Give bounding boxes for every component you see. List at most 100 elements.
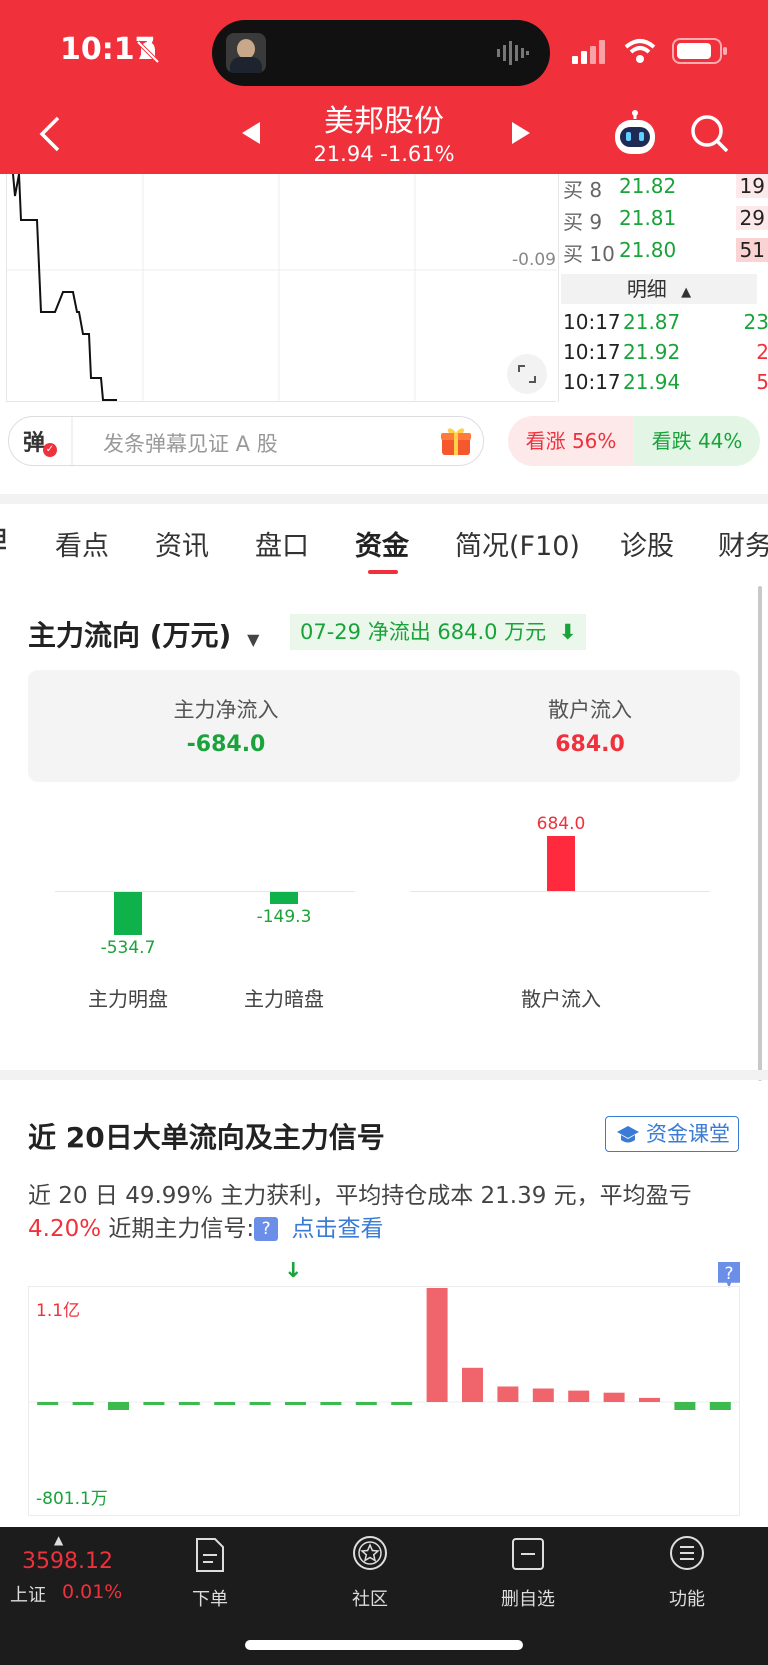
tab-news[interactable]: 资讯: [155, 524, 209, 563]
caret-up-icon: ▲: [54, 1533, 64, 1547]
daily-flow-bar: [178, 1402, 200, 1405]
next-stock-icon[interactable]: [510, 120, 532, 146]
intraday-chart[interactable]: -0.09: [6, 174, 557, 402]
wifi-icon: [624, 39, 656, 63]
search-icon[interactable]: [690, 114, 730, 154]
detail-tab[interactable]: 明细 ▲: [561, 274, 757, 304]
tick-row: 10:17 21.94 5: [563, 370, 768, 394]
divider: [0, 494, 768, 504]
daily-flow-bar: [639, 1397, 660, 1402]
vote-up-button[interactable]: 看涨 56%: [508, 416, 634, 466]
daily-flow-chart[interactable]: ↓ ? 1.1亿 -801.1万: [28, 1262, 740, 1516]
daily-flow-bar: [37, 1402, 59, 1405]
danmu-input[interactable]: 弹 ✓ 发条弹幕见证 A 股: [8, 416, 484, 466]
tab-order-book[interactable]: 盘口: [255, 524, 309, 563]
tab-funds[interactable]: 资金: [355, 524, 409, 563]
signal-description: 近 20 日 49.99% 主力获利，平均持仓成本 21.39 元，平均盈亏 4…: [28, 1183, 692, 1242]
dynamic-island: [212, 20, 550, 86]
tab-diagnose[interactable]: 诊股: [620, 524, 674, 563]
daily-flow-bar: [462, 1367, 483, 1402]
bid-row: 买 9 21.81 29: [561, 206, 768, 236]
flow-bar-chart: -534.7 -149.3 684.0 主力明盘 主力暗盘 散户流入: [0, 800, 768, 1011]
active-tab-indicator: [368, 570, 398, 574]
danmu-badge-icon: 弹 ✓: [23, 425, 57, 457]
menu-icon: [670, 1536, 704, 1570]
bar-category-label: 主力明盘: [88, 987, 168, 1011]
bar-category-label: 散户流入: [521, 987, 601, 1011]
tick-row: 10:17 21.87 23: [563, 310, 768, 334]
flow-title[interactable]: 主力流向 (万元) ▼: [28, 614, 259, 654]
daily-flow-bar: [532, 1388, 554, 1402]
gift-icon[interactable]: [439, 425, 473, 457]
daily-flow-bar: [214, 1402, 236, 1405]
tab-edge[interactable]: [0, 524, 10, 554]
stock-price: 21.94: [313, 142, 374, 166]
daily-flow-bar: [285, 1402, 306, 1405]
daily-flow-bar: [72, 1402, 94, 1405]
avatar: [226, 33, 266, 73]
tick-row: 10:17 21.92 2: [563, 340, 768, 364]
divider: [0, 1070, 768, 1080]
daily-flow-bar: [355, 1402, 377, 1405]
index-change: 0.01%: [62, 1581, 123, 1603]
view-signal-link[interactable]: 点击查看: [291, 1216, 383, 1242]
daily-flow-bars: [28, 1288, 740, 1410]
vote-down-button[interactable]: 看跌 44%: [634, 416, 760, 466]
bar-value-label: -149.3: [256, 907, 312, 927]
robot-assistant-icon[interactable]: [610, 110, 660, 158]
daily-flow-bar: [320, 1402, 342, 1405]
fullscreen-icon: [518, 365, 536, 383]
expand-chart-button[interactable]: [507, 354, 547, 394]
index-ticker[interactable]: ▲ 3598.12 上证 0.01%: [0, 1527, 140, 1627]
flow-bar: [270, 892, 298, 904]
daily-flow-bar: [568, 1390, 590, 1402]
funds-class-button[interactable]: 资金课堂: [605, 1116, 739, 1152]
community-star-icon: [353, 1536, 387, 1570]
flow-summary-card: 主力净流入 -684.0 散户流入 684.0: [28, 670, 740, 782]
bell-muted-icon: [136, 40, 160, 64]
retail-inflow-value: 684.0: [555, 732, 625, 757]
daily-flow-bar: [108, 1402, 129, 1410]
home-indicator: [245, 1640, 523, 1650]
bar-category-label: 主力暗盘: [244, 987, 324, 1011]
flow-bar: [547, 836, 575, 891]
bid-row: 买 10 21.80 51: [561, 238, 768, 268]
remove-watchlist-icon: [512, 1538, 544, 1570]
daily-flow-bar: [674, 1402, 696, 1410]
tab-kandian[interactable]: 看点: [55, 524, 109, 563]
audio-wave-icon: [497, 41, 529, 65]
bid-row: 买 8 21.82 19: [561, 174, 768, 204]
daily-flow-bar: [426, 1288, 448, 1402]
tab-f10[interactable]: 简况(F10): [455, 524, 580, 563]
help-icon[interactable]: ?: [254, 1217, 279, 1241]
retail-inflow-label: 散户流入: [548, 698, 632, 722]
tab-finance[interactable]: 财务: [718, 524, 768, 563]
app-header: 10:17 美邦股份 21.94 -1.61%: [0, 0, 768, 174]
flow-bar: [114, 892, 142, 935]
document-icon: [196, 1538, 224, 1572]
daily-flow-bar: [249, 1402, 271, 1405]
daily-flow-bar: [497, 1386, 519, 1402]
daily-flow-bar: [709, 1402, 731, 1410]
intraday-price-line: [7, 174, 557, 402]
order-book: 买 8 21.82 19 买 9 21.81 29 买 10 21.80 51 …: [558, 174, 768, 402]
danmu-placeholder: 发条弹幕见证 A 股: [103, 432, 278, 456]
down-arrow-icon: ⬇: [558, 620, 577, 644]
graduation-cap-icon: [617, 1126, 639, 1143]
dropdown-caret-icon: ▼: [247, 630, 260, 649]
daily-flow-bar: [603, 1392, 625, 1402]
caret-up-icon: ▲: [681, 285, 692, 300]
chart-axis-value: -0.09: [512, 250, 556, 270]
net-outflow-badge: 07-29 净流出 684.0 万元 ⬇: [290, 614, 587, 650]
battery-icon: [672, 38, 727, 64]
stock-change: -1.61%: [380, 142, 455, 166]
bar-value-label: -534.7: [100, 937, 156, 958]
daily-flow-bar: [143, 1402, 165, 1405]
signal-icon: [572, 40, 605, 64]
index-name: 上证: [10, 1585, 46, 1606]
main-inflow-label: 主力净流入: [173, 698, 279, 722]
main-inflow-value: -684.0: [186, 732, 266, 757]
index-value: 3598.12: [22, 1549, 113, 1574]
screen: 10:17 美邦股份 21.94 -1.61% -0.09 买 8 21.82 …: [0, 0, 768, 1665]
bar-value-label: 684.0: [536, 814, 586, 834]
